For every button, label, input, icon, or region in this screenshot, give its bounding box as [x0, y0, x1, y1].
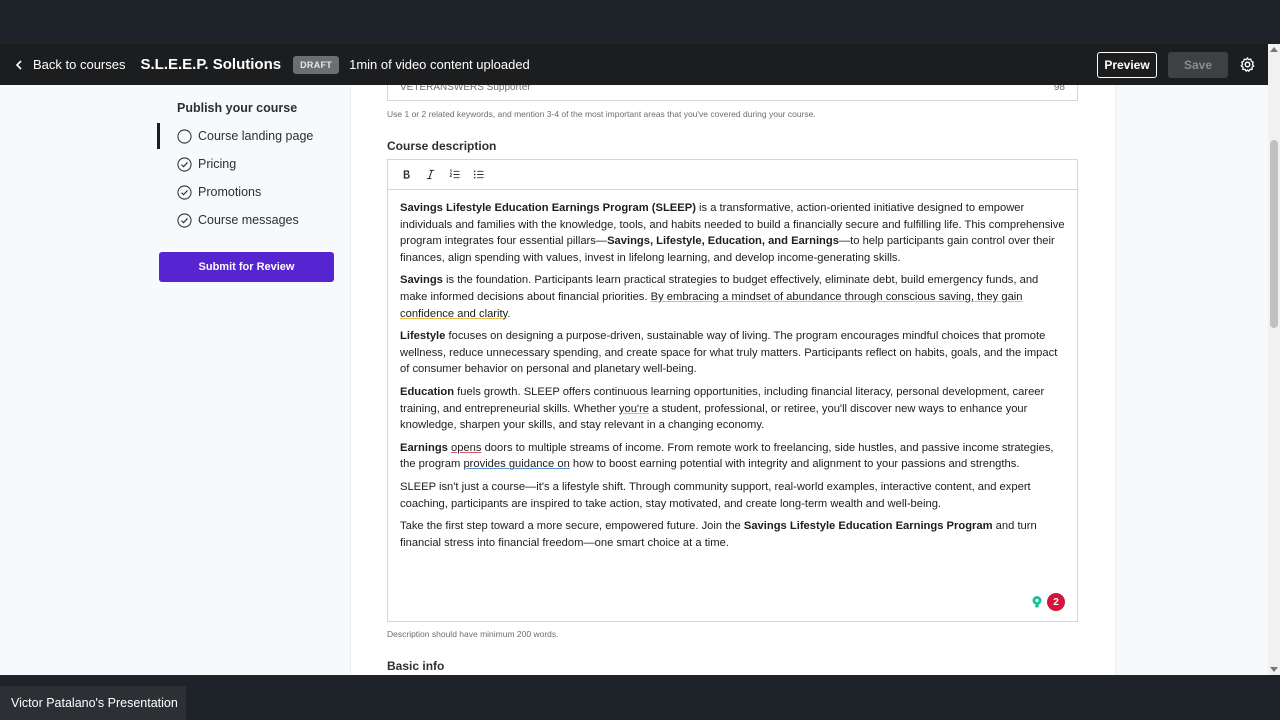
description-paragraph: SLEEP isn't just a course—it's a lifesty… [400, 480, 1031, 510]
description-paragraph: Earnings opens doors to multiple streams… [400, 441, 1054, 471]
scroll-down-arrow-icon[interactable] [1270, 667, 1278, 672]
keyword-helper-text: Use 1 or 2 related keywords, and mention… [387, 109, 816, 119]
page-scrollbar[interactable] [1268, 44, 1280, 675]
screen-bottom-bar [0, 675, 1280, 720]
upload-status: 1min of video content uploaded [349, 57, 530, 72]
gear-icon[interactable] [1239, 56, 1256, 73]
sidebar-item-promotions[interactable]: Promotions [157, 179, 337, 205]
sidebar-item-label: Promotions [198, 185, 262, 199]
description-paragraph: Education fuels growth. SLEEP offers con… [400, 385, 1045, 432]
description-paragraph: Savings Lifestyle Education Earnings Pro… [400, 202, 1065, 264]
bulleted-list-icon [473, 170, 484, 179]
numbered-list-button[interactable] [442, 164, 466, 186]
sidebar-item-label: Pricing [198, 157, 237, 171]
course-title: S.L.E.E.P. Solutions [140, 56, 282, 73]
keyword-char-count: 98 [1053, 85, 1065, 93]
sidebar-item-label: Course landing page [198, 129, 314, 143]
circle-empty-icon [177, 128, 192, 144]
bold-button[interactable] [394, 164, 418, 186]
submit-for-review-button[interactable]: Submit for Review [159, 252, 334, 282]
check-circle-icon [177, 212, 192, 228]
page-content: Publish your course Course landing page … [0, 85, 1268, 675]
course-header: Back to courses S.L.E.E.P. Solutions DRA… [0, 44, 1268, 85]
description-paragraph: Lifestyle focuses on designing a purpose… [400, 330, 1058, 376]
back-label: Back to courses [33, 57, 126, 72]
grammar-checker-widget[interactable]: 2 [1030, 593, 1065, 611]
main-panel: VETERANSWERS Supporter 98 Use 1 or 2 rel… [351, 85, 1115, 675]
course-description-editor[interactable]: Savings Lifestyle Education Earnings Pro… [387, 159, 1078, 622]
editor-toolbar [388, 160, 1077, 190]
scroll-up-arrow-icon[interactable] [1270, 47, 1278, 52]
bold-icon [403, 170, 410, 179]
basic-info-heading: Basic info [387, 659, 445, 673]
check-circle-icon [177, 156, 192, 172]
description-paragraph: Savings is the foundation. Participants … [400, 274, 1039, 320]
sidebar-heading: Publish your course [177, 101, 298, 115]
save-button[interactable]: Save [1168, 52, 1228, 78]
screen-top-bar [0, 0, 1280, 44]
description-helper-text: Description should have minimum 200 word… [387, 629, 559, 639]
keyword-value: VETERANSWERS Supporter [400, 85, 531, 93]
chevron-left-icon [15, 59, 22, 70]
sidebar-item-pricing[interactable]: Pricing [157, 151, 337, 177]
back-to-courses-link[interactable]: Back to courses [14, 57, 126, 72]
course-description-label: Course description [387, 139, 497, 153]
lightbulb-icon [1032, 596, 1042, 608]
keyword-input[interactable]: VETERANSWERS Supporter 98 [387, 85, 1078, 101]
scrollbar-thumb[interactable] [1270, 140, 1278, 328]
check-circle-icon [177, 184, 192, 200]
italic-button[interactable] [418, 164, 442, 186]
sidebar-item-course-landing-page[interactable]: Course landing page [157, 123, 337, 149]
grammar-issue-count: 2 [1047, 593, 1065, 611]
sidebar-item-course-messages[interactable]: Course messages [157, 207, 337, 233]
description-paragraph: Take the first step toward a more secure… [400, 520, 1037, 549]
numbered-list-icon [449, 169, 460, 179]
preview-button[interactable]: Preview [1097, 52, 1157, 78]
description-text[interactable]: Savings Lifestyle Education Earnings Pro… [388, 190, 1077, 551]
bulleted-list-button[interactable] [466, 164, 490, 186]
presenter-label: Victor Patalano's Presentation [0, 686, 186, 720]
status-badge: DRAFT [293, 55, 340, 74]
italic-icon [426, 169, 434, 180]
sidebar-item-label: Course messages [198, 213, 299, 227]
